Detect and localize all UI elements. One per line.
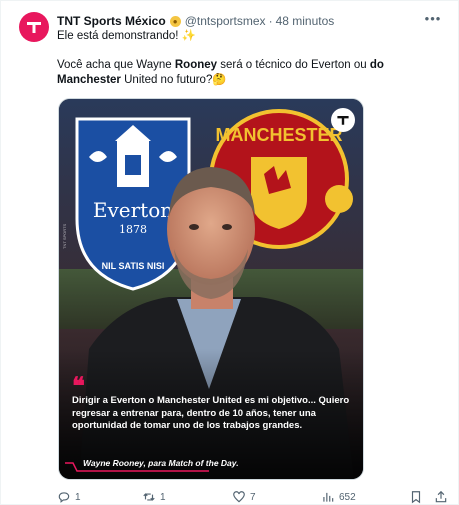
separator-dot: ·: [268, 14, 273, 28]
quote-text: Dirigir a Everton o Manchester United es…: [72, 395, 350, 431]
timestamp[interactable]: 48 minutos: [276, 14, 335, 28]
tnt-watermark-logo: [331, 108, 355, 132]
quote-mark-icon: ❝: [72, 371, 85, 400]
crest-manutd-name: MANCHESTER: [215, 125, 342, 145]
user-handle[interactable]: @tntsportsmex: [185, 14, 266, 28]
avatar[interactable]: [19, 12, 49, 42]
retweet-button[interactable]: 1: [142, 489, 166, 505]
share-button[interactable]: [434, 489, 448, 505]
more-options-icon[interactable]: •••: [424, 11, 442, 27]
crest-everton-motto: NIL SATIS NISI: [102, 261, 165, 271]
tnt-logo-icon: [337, 116, 349, 125]
soccer-ball-icon: ●: [169, 15, 181, 27]
tweet-actions: 1 1 7 652: [57, 489, 449, 505]
bookmark-icon: [411, 491, 421, 504]
text-span: Você acha que Wayne: [57, 59, 175, 71]
retweet-count: 1: [160, 491, 166, 503]
display-name[interactable]: TNT Sports México: [57, 14, 166, 28]
tnt-logo-icon: [27, 22, 41, 33]
like-count: 7: [250, 491, 256, 503]
tweet-text-line1: Ele está demonstrando! ✨: [57, 30, 196, 42]
retweet-icon: [143, 493, 155, 501]
heart-icon: [233, 491, 245, 503]
reply-button[interactable]: 1: [57, 489, 81, 505]
views-chart-icon: [323, 492, 334, 502]
tweet-header: TNT Sports México ● @tntsportsmex · 48 m…: [57, 13, 334, 29]
like-button[interactable]: 7: [232, 489, 256, 505]
view-count: 652: [339, 491, 356, 503]
reply-icon: [58, 492, 70, 503]
photo-credit: TNT SPORTS: [62, 223, 67, 249]
quote-attribution: Wayne Rooney, para Match of the Day.: [83, 458, 239, 468]
text-span: será o técnico do Everton ou: [217, 59, 370, 71]
text-span: United no futuro?🤔: [120, 74, 227, 86]
crest-everton-year: 1878: [119, 223, 147, 236]
reply-count: 1: [75, 491, 81, 503]
tweet-text-line2: Você acha que Wayne Rooney será o técnic…: [57, 58, 449, 88]
tweet-media-image[interactable]: Everton 1878 NIL SATIS NISI MANCHESTER T…: [58, 98, 364, 480]
bookmark-button[interactable]: [409, 489, 423, 505]
crest-everton-name: Everton: [93, 198, 173, 222]
views-button[interactable]: 652: [321, 489, 356, 505]
text-bold: Rooney: [174, 59, 218, 71]
tweet-card[interactable]: TNT Sports México ● @tntsportsmex · 48 m…: [0, 0, 459, 505]
share-icon: [435, 490, 447, 503]
